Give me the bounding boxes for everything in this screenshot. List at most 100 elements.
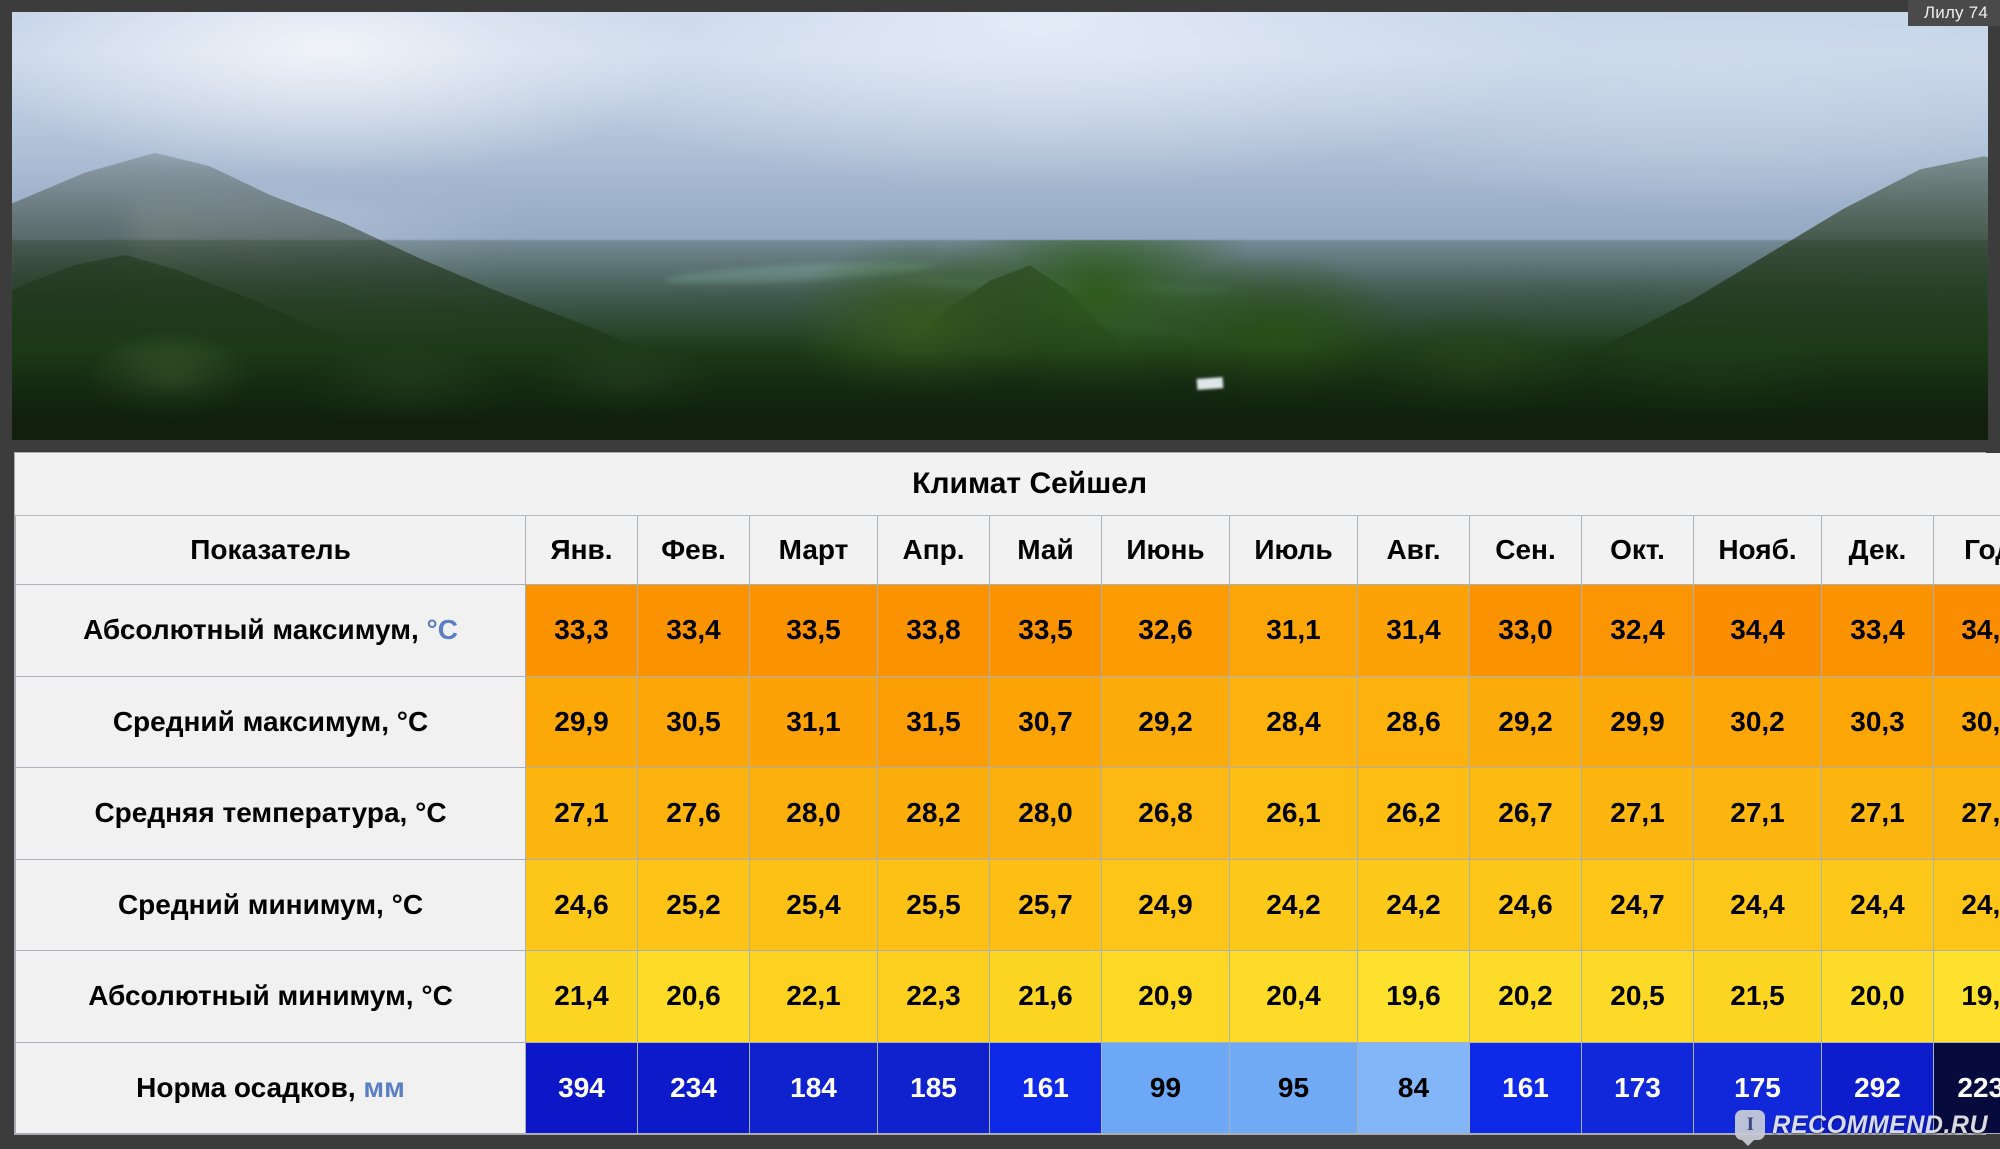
cell-r2-c3: 31,1 — [749, 675, 878, 768]
table-row: Средний минимум, °C 24,6 25,2 25,4 25,5 25,7 2… — [15, 858, 2000, 951]
column-header-month-7: Июль — [1229, 515, 1358, 585]
column-header-month-8: Авг. — [1357, 515, 1470, 585]
cell-r3-c12: 27,1 — [1821, 767, 1934, 860]
cell-r6-c2: 234 — [637, 1041, 750, 1134]
column-header-indicator: Показатель — [15, 515, 526, 585]
cell-r1-c9: 33,0 — [1469, 584, 1582, 677]
cell-r4-c8: 24,2 — [1357, 858, 1470, 951]
column-header-month-5: Май — [989, 515, 1102, 585]
row-label-unit: °C — [391, 888, 424, 920]
column-header-month-6: Июнь — [1101, 515, 1230, 585]
cell-r5-c2: 20,6 — [637, 950, 750, 1043]
cell-r2-c11: 30,2 — [1693, 675, 1822, 768]
cell-r3-c13: 27,2 — [1932, 767, 2000, 860]
cell-r1-c3: 33,5 — [749, 584, 878, 677]
row-label-text: Средний минимум, — [117, 888, 384, 920]
cell-r3-c3: 28,0 — [749, 767, 878, 860]
cell-r1-c13: 34,4 — [1932, 584, 2000, 677]
cell-r2-c13: 30,0 — [1932, 675, 2000, 768]
table-row: Средний максимум, °C 29,9 30,5 31,1 31,5 30,7… — [15, 675, 2000, 768]
cell-r1-c4: 33,8 — [877, 584, 990, 677]
cell-r6-c7: 95 — [1229, 1041, 1358, 1134]
row-label-3: Средняя температура, °C — [15, 767, 526, 860]
table-caption-row: Климат Сейшел — [15, 453, 2000, 516]
cell-r4-c6: 24,9 — [1101, 858, 1230, 951]
cell-r5-c7: 20,4 — [1229, 950, 1358, 1043]
cell-r5-c3: 22,1 — [749, 950, 878, 1043]
cell-r3-c2: 27,6 — [637, 767, 750, 860]
cell-r3-c7: 26,1 — [1229, 767, 1358, 860]
row-label-text: Абсолютный максимум, — [83, 614, 419, 646]
user-badge[interactable]: Лилу 74 — [1907, 0, 2000, 26]
cell-r1-c11: 34,4 — [1693, 584, 1822, 677]
header-photo — [12, 12, 1988, 440]
column-header-month-4: Апр. — [877, 515, 990, 585]
cell-r1-c8: 31,4 — [1357, 584, 1470, 677]
cell-r5-c12: 20,0 — [1821, 950, 1934, 1043]
cell-r2-c7: 28,4 — [1229, 675, 1358, 768]
cell-r6-c4: 185 — [877, 1041, 990, 1134]
cell-r4-c10: 24,7 — [1581, 858, 1694, 951]
row-label-4: Средний минимум, °C — [15, 858, 526, 951]
cell-r5-c10: 20,5 — [1581, 950, 1694, 1043]
column-header-month-11: Нояб. — [1693, 515, 1822, 585]
row-label-text: Норма осадков, — [136, 1071, 356, 1103]
row-label-unit: °C — [421, 980, 453, 1012]
table-caption: Климат Сейшел — [15, 453, 2000, 516]
cell-r5-c6: 20,9 — [1101, 950, 1230, 1043]
cell-r4-c1: 24,6 — [525, 858, 638, 951]
cell-r5-c1: 21,4 — [525, 950, 638, 1043]
table-header-row: Показатель Янв. Фев. Март Апр. Май Июнь Июль Ав… — [15, 515, 2000, 585]
cell-r6-c13: 2237 — [1932, 1041, 2000, 1134]
cell-r5-c5: 21,6 — [989, 950, 1102, 1043]
row-label-unit[interactable]: °C — [427, 614, 458, 645]
cell-r1-c10: 32,4 — [1581, 584, 1694, 677]
row-label-text: Абсолютный минимум, — [88, 980, 414, 1012]
page-root: Лилу 74 Климат Сейшел Показатель Янв. Фев… — [0, 0, 2000, 1149]
cell-r4-c2: 25,2 — [637, 858, 750, 951]
row-label-1: Абсолютный максимум, °C — [15, 584, 526, 677]
table-head: Климат Сейшел Показатель Янв. Фев. Март Апр… — [15, 453, 2000, 585]
climate-table-container: Климат Сейшел Показатель Янв. Фев. Март Апр… — [14, 452, 2000, 1135]
cell-r4-c5: 25,7 — [989, 858, 1102, 951]
row-label-unit[interactable]: мм — [363, 1072, 404, 1103]
cell-r3-c5: 28,0 — [989, 767, 1102, 860]
column-header-month-9: Сен. — [1469, 515, 1582, 585]
cell-r6-c10: 173 — [1581, 1041, 1694, 1134]
row-label-unit: °C — [396, 705, 429, 737]
cell-r3-c6: 26,8 — [1101, 767, 1230, 860]
climate-table: Климат Сейшел Показатель Янв. Фев. Март Апр… — [15, 453, 2000, 1134]
cell-r6-c8: 84 — [1357, 1041, 1470, 1134]
cell-r3-c10: 27,1 — [1581, 767, 1694, 860]
table-row: Абсолютный максимум, °C 33,3 33,4 33,5 33,8 3… — [15, 584, 2000, 677]
column-header-month-10: Окт. — [1581, 515, 1694, 585]
cell-r1-c2: 33,4 — [637, 584, 750, 677]
cell-r3-c11: 27,1 — [1693, 767, 1822, 860]
row-label-2: Средний максимум, °C — [15, 675, 526, 768]
column-header-month-3: Март — [749, 515, 878, 585]
cell-r6-c3: 184 — [749, 1041, 878, 1134]
cell-r2-c4: 31,5 — [877, 675, 990, 768]
cell-r4-c7: 24,2 — [1229, 858, 1358, 951]
photo-canopy-shadow — [12, 350, 1988, 440]
cell-r4-c3: 25,4 — [749, 858, 878, 951]
cell-r2-c5: 30,7 — [989, 675, 1102, 768]
cell-r2-c8: 28,6 — [1357, 675, 1470, 768]
cell-r4-c9: 24,6 — [1469, 858, 1582, 951]
cell-r2-c6: 29,2 — [1101, 675, 1230, 768]
cell-r6-c11: 175 — [1693, 1041, 1822, 1134]
cell-r4-c13: 24,8 — [1932, 858, 2000, 951]
cell-r1-c1: 33,3 — [525, 584, 638, 677]
cell-r1-c5: 33,5 — [989, 584, 1102, 677]
cell-r6-c6: 99 — [1101, 1041, 1230, 1134]
cell-r6-c9: 161 — [1469, 1041, 1582, 1134]
cell-r1-c7: 31,1 — [1229, 584, 1358, 677]
column-header-month-1: Янв. — [525, 515, 638, 585]
cell-r4-c12: 24,4 — [1821, 858, 1934, 951]
photo-rooftop — [1196, 377, 1224, 390]
table-row: Абсолютный минимум, °C 21,4 20,6 22,1 22,3 21… — [15, 950, 2000, 1043]
cell-r3-c1: 27,1 — [525, 767, 638, 860]
cell-r1-c12: 33,4 — [1821, 584, 1934, 677]
cell-r1-c6: 32,6 — [1101, 584, 1230, 677]
table-body: Абсолютный максимум, °C 33,3 33,4 33,5 33,8 3… — [15, 584, 2000, 1134]
